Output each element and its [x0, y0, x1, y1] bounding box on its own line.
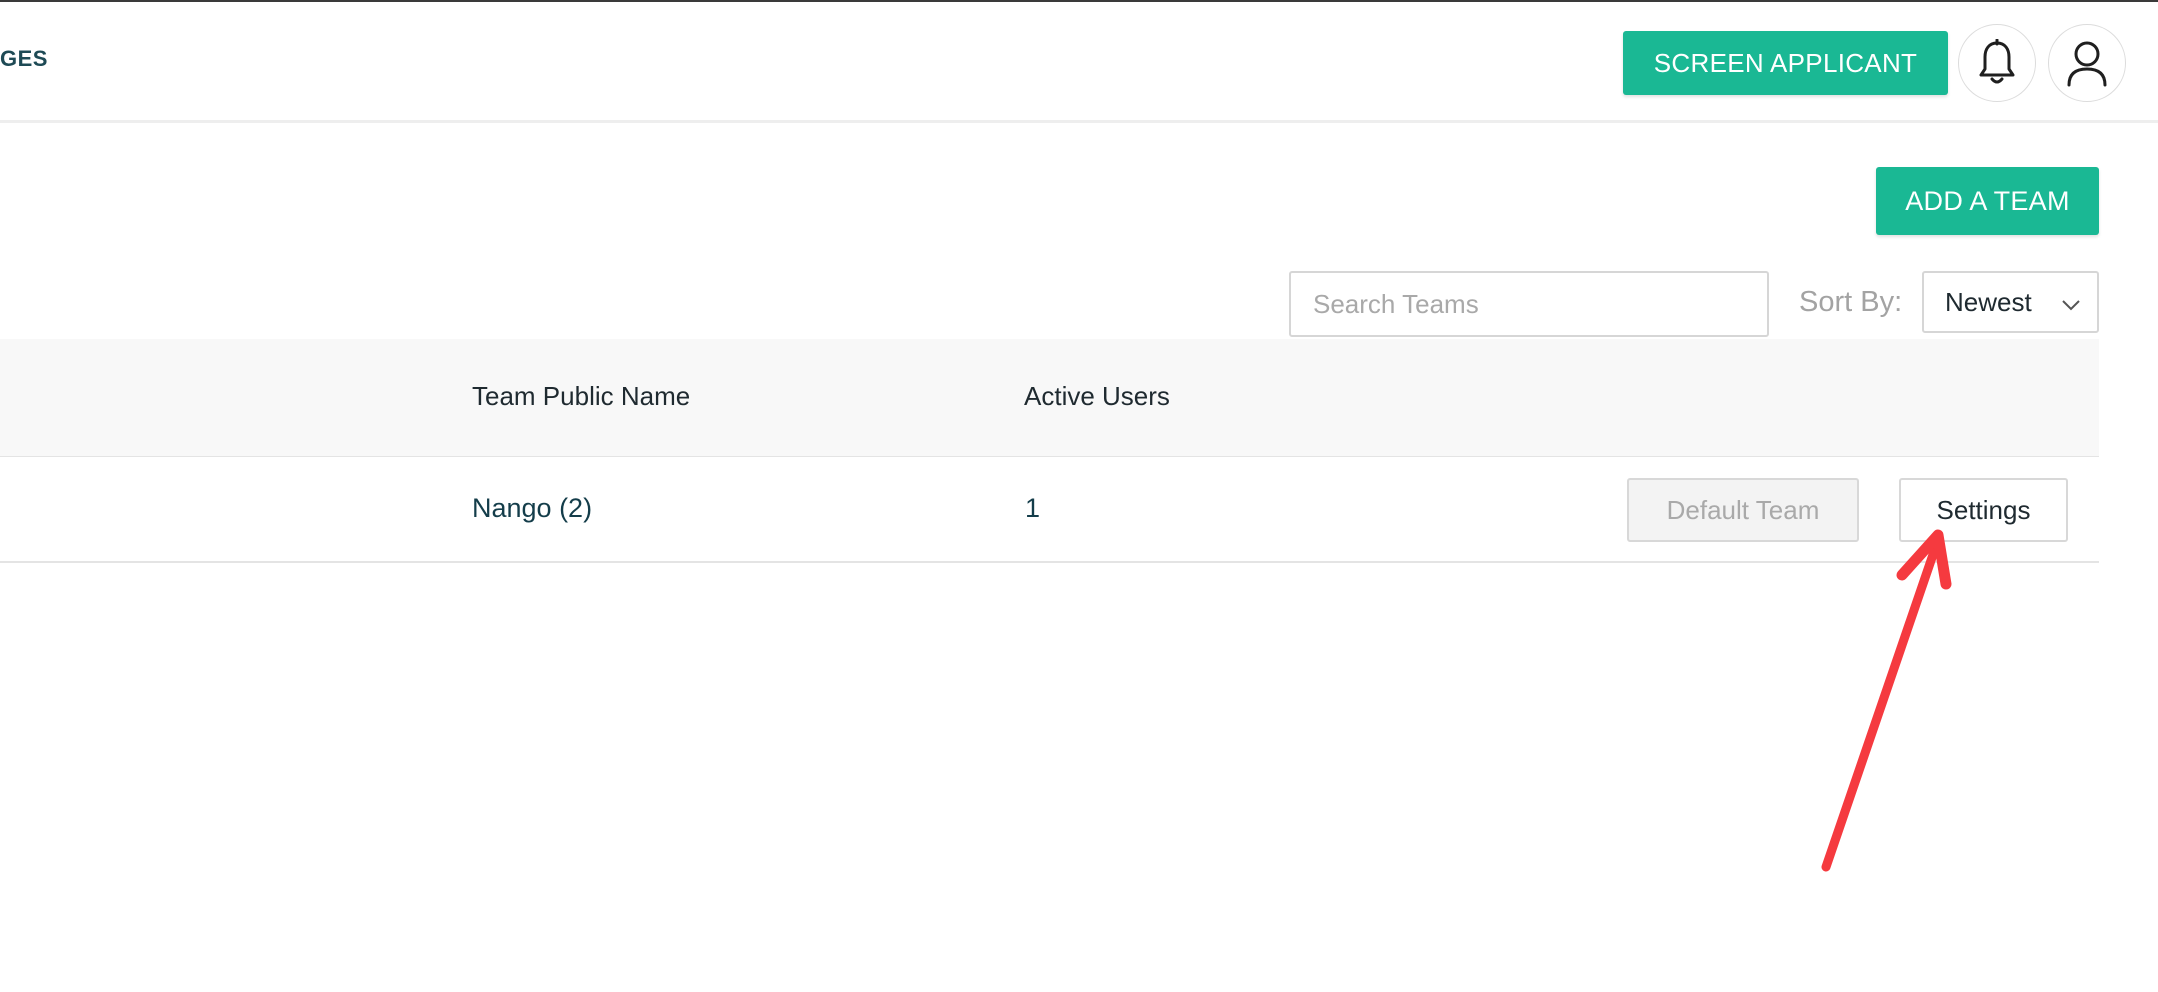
active-users-cell: 1 [1025, 493, 1041, 523]
column-header-team-public-name: Team Public Name [472, 381, 691, 411]
sort-by-label: Sort By: [1799, 286, 1903, 318]
user-icon [2067, 41, 2107, 87]
bell-icon [1979, 39, 2015, 84]
chevron-down-icon [2062, 300, 2080, 311]
settings-button[interactable]: Settings [1899, 478, 2068, 542]
column-header-active-users: Active Users [1024, 381, 1170, 411]
team-public-name-cell[interactable]: Nango (2) [472, 493, 592, 524]
search-teams-input[interactable] [1289, 271, 1769, 337]
add-team-button[interactable]: ADD A TEAM [1876, 167, 2099, 235]
top-header: GES SCREEN APPLICANT [0, 2, 2158, 123]
page: GES SCREEN APPLICANT ADD A TEAM Sort By:… [0, 0, 2158, 992]
table-row: Nango (2) 1 Default Team Settings [0, 457, 2099, 563]
nav-link-truncated[interactable]: GES [0, 46, 48, 72]
table-header: Team Public Name Active Users [0, 339, 2099, 457]
sort-selected-value: Newest [1945, 286, 2032, 317]
user-menu-button[interactable] [2048, 24, 2126, 102]
sort-by-select[interactable]: Newest [1922, 271, 2099, 333]
notifications-button[interactable] [1958, 24, 2036, 102]
default-team-button[interactable]: Default Team [1627, 478, 1859, 542]
screen-applicant-button[interactable]: SCREEN APPLICANT [1623, 31, 1948, 95]
